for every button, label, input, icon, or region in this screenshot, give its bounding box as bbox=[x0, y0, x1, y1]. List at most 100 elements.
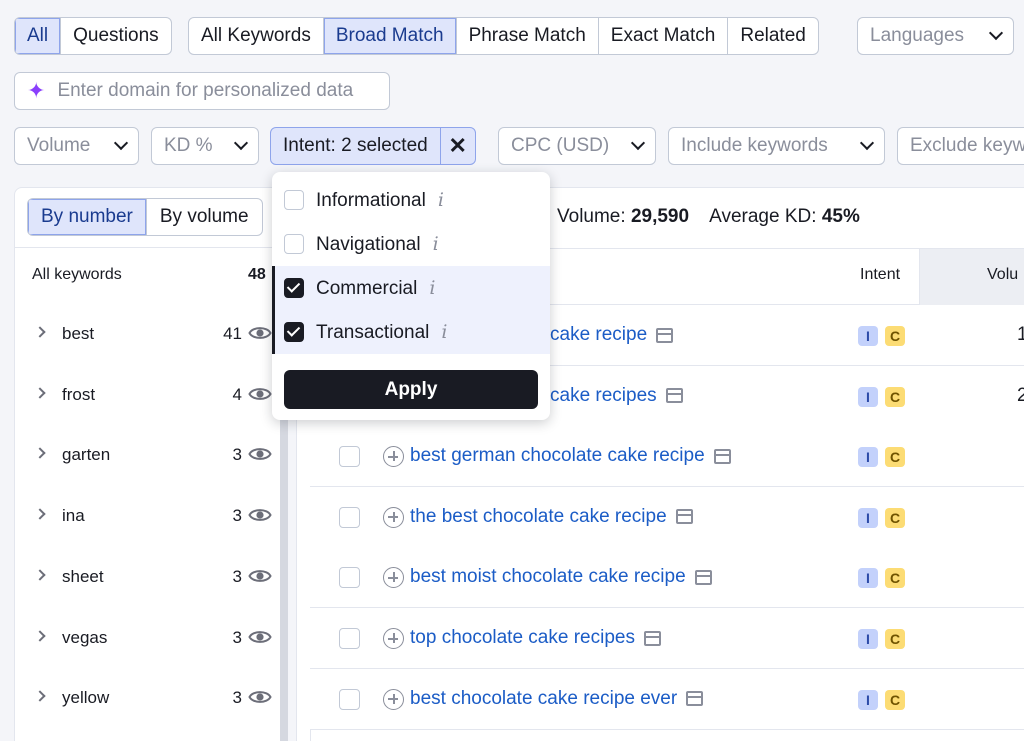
keyword-group-item[interactable]: best 41 bbox=[14, 304, 280, 364]
keyword-group-item[interactable]: garten 3 bbox=[14, 425, 280, 485]
keyword-link[interactable]: best german chocolate cake recipe bbox=[410, 445, 731, 467]
chevron-right-icon[interactable] bbox=[34, 447, 46, 460]
include-keywords-filter[interactable]: Include keywords bbox=[668, 127, 885, 165]
intent-dropdown-menu: Informational i Navigational i Commercial i Tr… bbox=[272, 172, 550, 420]
apply-button[interactable]: Apply bbox=[284, 370, 538, 409]
exclude-filter-label: Exclude keyw bbox=[910, 135, 1024, 156]
intent-option-transactional[interactable]: Transactional i bbox=[272, 310, 550, 354]
eye-icon[interactable] bbox=[248, 385, 272, 403]
serp-icon[interactable] bbox=[694, 569, 712, 585]
table-row: best chocolate cake recipe ever I C bbox=[310, 668, 1024, 730]
serp-icon[interactable] bbox=[686, 691, 704, 707]
intent-filter-label[interactable]: Intent: 2 selected bbox=[271, 128, 441, 164]
row-checkbox[interactable] bbox=[339, 567, 360, 589]
keyword-link[interactable]: top chocolate cake recipes bbox=[410, 627, 661, 649]
eye-icon[interactable] bbox=[248, 567, 272, 585]
tab-phrase-match[interactable]: Phrase Match bbox=[457, 18, 599, 54]
serp-icon[interactable] bbox=[656, 327, 674, 343]
keyword-group-item[interactable]: ina 3 bbox=[14, 486, 280, 546]
group-sort-toggle: By number By volume bbox=[27, 198, 263, 236]
row-checkbox[interactable] bbox=[339, 688, 360, 710]
intent-option-navigational[interactable]: Navigational i bbox=[272, 222, 550, 266]
intent-badge-informational: I bbox=[858, 386, 878, 407]
add-keyword-icon[interactable] bbox=[383, 446, 404, 468]
chevron-right-icon[interactable] bbox=[34, 569, 46, 581]
intent-badge-informational: I bbox=[858, 568, 878, 589]
volume-column-header[interactable]: Volu bbox=[919, 249, 1024, 305]
group-count: 3 bbox=[232, 627, 242, 647]
close-icon[interactable]: ✕ bbox=[441, 128, 475, 164]
exclude-keywords-filter[interactable]: Exclude keyw bbox=[897, 127, 1024, 165]
add-keyword-icon[interactable] bbox=[383, 567, 404, 589]
intent-badge-informational: I bbox=[858, 629, 878, 649]
checkbox-checked[interactable] bbox=[284, 278, 304, 298]
keyword-text: best chocolate cake recipe ever bbox=[410, 687, 678, 709]
keyword-link[interactable]: best moist chocolate cake recipe bbox=[410, 566, 712, 588]
keyword-group-item[interactable]: vegas 3 bbox=[14, 608, 280, 668]
intent-column-header[interactable]: Intent bbox=[860, 266, 900, 284]
info-icon[interactable]: i bbox=[441, 321, 447, 343]
kd-filter[interactable]: KD % bbox=[151, 127, 259, 165]
group-count: 3 bbox=[232, 445, 242, 465]
all-keywords-label[interactable]: All keywords bbox=[32, 266, 122, 284]
by-number-button[interactable]: By number bbox=[28, 199, 147, 235]
tab-exact-match[interactable]: Exact Match bbox=[599, 18, 729, 54]
chevron-right-icon[interactable] bbox=[34, 690, 46, 702]
add-keyword-icon[interactable] bbox=[383, 506, 404, 528]
eye-icon[interactable] bbox=[248, 506, 272, 524]
keyword-text: best german chocolate cake recipe bbox=[410, 445, 705, 467]
intent-option-text: Commercial bbox=[316, 277, 418, 299]
chevron-right-icon[interactable] bbox=[34, 508, 46, 520]
intent-option-informational[interactable]: Informational i bbox=[272, 178, 550, 222]
intent-option-commercial[interactable]: Commercial i bbox=[272, 266, 550, 310]
add-keyword-icon[interactable] bbox=[383, 688, 404, 710]
tab-all-keywords[interactable]: All Keywords bbox=[189, 18, 324, 54]
volume-cell: 2 bbox=[1017, 384, 1024, 406]
info-icon[interactable]: i bbox=[438, 189, 444, 211]
chevron-right-icon[interactable] bbox=[34, 629, 46, 642]
volume-filter-label: Volume bbox=[27, 135, 91, 156]
chevron-right-icon[interactable] bbox=[34, 326, 46, 338]
keyword-link[interactable]: cake recipe bbox=[550, 324, 674, 346]
serp-icon[interactable] bbox=[665, 388, 683, 404]
eye-icon[interactable] bbox=[248, 688, 272, 706]
checkbox[interactable] bbox=[284, 190, 304, 210]
intent-option-label: Commercial i bbox=[316, 277, 435, 300]
by-volume-button[interactable]: By volume bbox=[147, 199, 262, 235]
checkbox[interactable] bbox=[284, 234, 304, 254]
eye-icon[interactable] bbox=[248, 628, 272, 646]
keyword-link[interactable]: the best chocolate cake recipe bbox=[410, 506, 693, 528]
row-checkbox[interactable] bbox=[339, 506, 360, 528]
info-icon[interactable]: i bbox=[433, 233, 439, 255]
row-checkbox[interactable] bbox=[339, 446, 360, 468]
eye-icon[interactable] bbox=[248, 324, 272, 342]
chevron-right-icon[interactable] bbox=[34, 387, 46, 399]
tab-related[interactable]: Related bbox=[728, 18, 818, 54]
keyword-group-item[interactable]: yellow 3 bbox=[14, 668, 280, 728]
checkbox-checked[interactable] bbox=[284, 322, 304, 342]
keyword-group-item[interactable]: sheet 3 bbox=[14, 547, 280, 607]
add-keyword-icon[interactable] bbox=[383, 628, 404, 649]
cpc-filter[interactable]: CPC (USD) bbox=[498, 127, 656, 165]
serp-icon[interactable] bbox=[675, 509, 693, 525]
domain-input[interactable]: ✦ Enter domain for personalized data bbox=[14, 72, 390, 110]
tab-broad-match[interactable]: Broad Match bbox=[323, 18, 457, 54]
volume-filter[interactable]: Volume bbox=[14, 127, 139, 165]
intent-badge-commercial: C bbox=[885, 326, 905, 346]
languages-dropdown[interactable]: Languages bbox=[857, 17, 1014, 55]
serp-icon[interactable] bbox=[713, 448, 731, 464]
eye-icon[interactable] bbox=[248, 445, 272, 463]
tab-questions[interactable]: Questions bbox=[61, 18, 171, 54]
info-icon[interactable]: i bbox=[429, 277, 435, 299]
serp-icon[interactable] bbox=[643, 630, 661, 646]
languages-label: Languages bbox=[870, 25, 965, 46]
row-checkbox[interactable] bbox=[339, 628, 360, 649]
intent-badge-commercial: C bbox=[885, 386, 905, 407]
keyword-link[interactable]: cake recipes bbox=[550, 385, 683, 407]
keyword-text: top chocolate cake recipes bbox=[410, 627, 635, 648]
chevron-down-icon bbox=[233, 135, 249, 151]
keyword-link[interactable]: best chocolate cake recipe ever bbox=[410, 687, 704, 710]
intent-badge-commercial: C bbox=[885, 507, 905, 528]
tab-all[interactable]: All bbox=[15, 18, 62, 54]
keyword-group-item[interactable]: frost 4 bbox=[14, 365, 280, 425]
